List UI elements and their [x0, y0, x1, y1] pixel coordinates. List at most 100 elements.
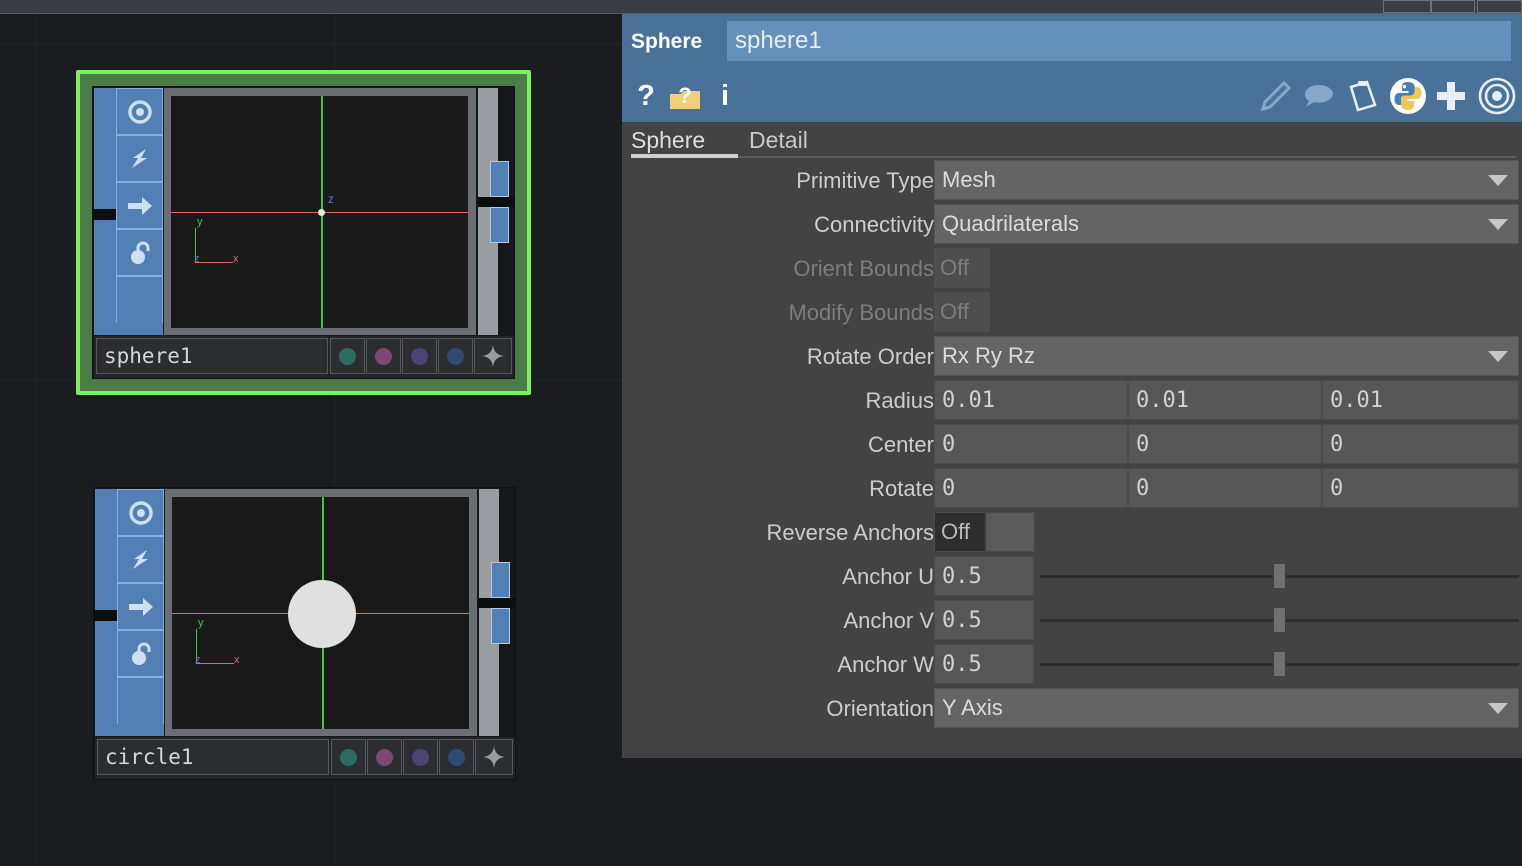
color-dot: [447, 347, 464, 365]
color-chip-4[interactable]: [439, 739, 474, 775]
reverse-anchors-swatch[interactable]: [986, 512, 1035, 552]
node-input-column[interactable]: [93, 88, 117, 335]
anchor-w-field[interactable]: 0.5: [934, 644, 1034, 684]
radius-y-field[interactable]: 0.01: [1128, 380, 1322, 420]
edit-pencil-icon[interactable]: [1258, 80, 1292, 112]
node-name-input[interactable]: sphere1: [727, 21, 1511, 61]
output-connector-bottom[interactable]: [490, 207, 509, 243]
node-input-column[interactable]: [94, 489, 118, 736]
anchor-u-slider-thumb[interactable]: [1273, 563, 1286, 589]
template-flag-icon[interactable]: [116, 182, 163, 229]
node-viewport-frame: z y x z: [164, 88, 476, 335]
color-chip-2[interactable]: [367, 739, 402, 775]
lock-flag-icon[interactable]: [117, 630, 164, 677]
color-chip-3[interactable]: [402, 338, 437, 374]
render-flag-icon[interactable]: [117, 536, 164, 583]
param-row-modify-bounds: Modify Bounds Off: [622, 292, 1522, 336]
center-z-field[interactable]: 0: [1322, 424, 1519, 464]
clipboard-icon[interactable]: [1345, 79, 1381, 113]
python-icon[interactable]: [1389, 77, 1427, 115]
parameter-rows: Primitive Type Mesh Connectivity Quadril…: [622, 160, 1522, 758]
node-name-bar: sphere1: [94, 336, 514, 378]
grid-line: [35, 14, 36, 866]
rotate-z-field[interactable]: 0: [1322, 468, 1519, 508]
python-logo-icon: [1390, 78, 1426, 114]
output-connector-bottom[interactable]: [491, 608, 510, 644]
param-label: Rotate Order: [806, 344, 934, 369]
grid-line: [0, 44, 622, 45]
target-icon[interactable]: [1478, 77, 1516, 115]
comment-icon[interactable]: [1302, 83, 1336, 111]
input-connector-notch[interactable]: [94, 610, 117, 621]
network-editor[interactable]: z y x z sphere1 y x z circle1: [0, 14, 622, 866]
anchor-v-slider-thumb[interactable]: [1273, 607, 1286, 633]
top-button-1[interactable]: [1383, 0, 1431, 13]
display-flag-icon[interactable]: [116, 88, 163, 135]
help-folder-icon[interactable]: ?: [668, 81, 702, 111]
lock-flag-icon[interactable]: [116, 229, 163, 276]
anchor-w-slider-thumb[interactable]: [1273, 651, 1286, 677]
node-name-field-circle1[interactable]: circle1: [97, 739, 329, 775]
input-connector-notch[interactable]: [93, 209, 116, 220]
param-label: Rotate: [869, 476, 934, 501]
info-icon[interactable]: i: [716, 79, 734, 113]
radius-z-field[interactable]: 0.01: [1322, 380, 1519, 420]
svg-text:?: ?: [678, 83, 691, 108]
chevron-down-icon: [1488, 219, 1508, 230]
output-connector-top[interactable]: [490, 161, 509, 197]
color-chip-1[interactable]: [331, 739, 366, 775]
folder-question-icon: ?: [669, 82, 701, 110]
param-row-reverse-anchors: Reverse Anchors Off: [622, 512, 1522, 556]
node-name-field-sphere1[interactable]: sphere1: [96, 338, 328, 374]
primitive-type-combo[interactable]: Mesh: [934, 160, 1519, 200]
top-button-3[interactable]: [1477, 0, 1522, 13]
reverse-anchors-toggle[interactable]: Off: [934, 512, 986, 552]
center-y-field[interactable]: 0: [1128, 424, 1322, 464]
star-icon[interactable]: [474, 338, 512, 374]
param-label: Modify Bounds: [788, 300, 934, 325]
color-dot: [339, 347, 356, 365]
star-icon[interactable]: [475, 739, 513, 775]
parameter-tabs: Sphere Detail: [622, 122, 1522, 160]
color-chip-3[interactable]: [403, 739, 438, 775]
arrow-right-icon: [127, 196, 152, 215]
tab-sphere[interactable]: Sphere: [631, 127, 705, 154]
rotate-x-field[interactable]: 0: [934, 468, 1128, 508]
node-sphere1[interactable]: z y x z sphere1: [76, 70, 531, 395]
help-icon[interactable]: ?: [632, 79, 660, 113]
color-chip-2[interactable]: [366, 338, 401, 374]
blank-flag-slot[interactable]: [116, 276, 163, 323]
color-dot: [411, 347, 428, 365]
param-row-orient-bounds: Orient Bounds Off: [622, 248, 1522, 292]
rotate-y-field[interactable]: 0: [1128, 468, 1322, 508]
orientation-combo[interactable]: Y Axis: [934, 688, 1519, 728]
template-flag-icon[interactable]: [117, 583, 164, 630]
tab-detail[interactable]: Detail: [749, 127, 808, 154]
tab-active-indicator: [631, 154, 738, 158]
panel-bottom-background: [622, 758, 1522, 866]
color-chip-1[interactable]: [330, 338, 365, 374]
origin-point: [318, 209, 325, 216]
add-icon[interactable]: [1434, 79, 1468, 113]
anchor-u-field[interactable]: 0.5: [934, 556, 1034, 596]
concentric-circles-icon: [1478, 77, 1516, 115]
center-x-field[interactable]: 0: [934, 424, 1128, 464]
plus-icon: [1437, 82, 1465, 110]
node-viewport-circle1[interactable]: y x z: [172, 497, 469, 729]
node-circle1[interactable]: y x z circle1: [93, 487, 516, 780]
combo-value: Rx Ry Rz: [942, 343, 1035, 368]
top-button-2[interactable]: [1431, 0, 1475, 13]
output-connector-top[interactable]: [491, 562, 510, 598]
radius-x-field[interactable]: 0.01: [934, 380, 1128, 420]
blank-flag-slot[interactable]: [117, 677, 164, 724]
rotate-order-combo[interactable]: Rx Ry Rz: [934, 336, 1519, 376]
target-icon: [127, 99, 152, 124]
anchor-v-field[interactable]: 0.5: [934, 600, 1034, 640]
color-chip-4[interactable]: [438, 338, 473, 374]
render-flag-icon[interactable]: [116, 135, 163, 182]
connectivity-combo[interactable]: Quadrilaterals: [934, 204, 1519, 244]
node-flag-buttons[interactable]: [117, 489, 164, 736]
node-flag-buttons[interactable]: [116, 88, 163, 335]
display-flag-icon[interactable]: [117, 489, 164, 536]
node-viewport-sphere1[interactable]: z y x z: [171, 96, 468, 328]
